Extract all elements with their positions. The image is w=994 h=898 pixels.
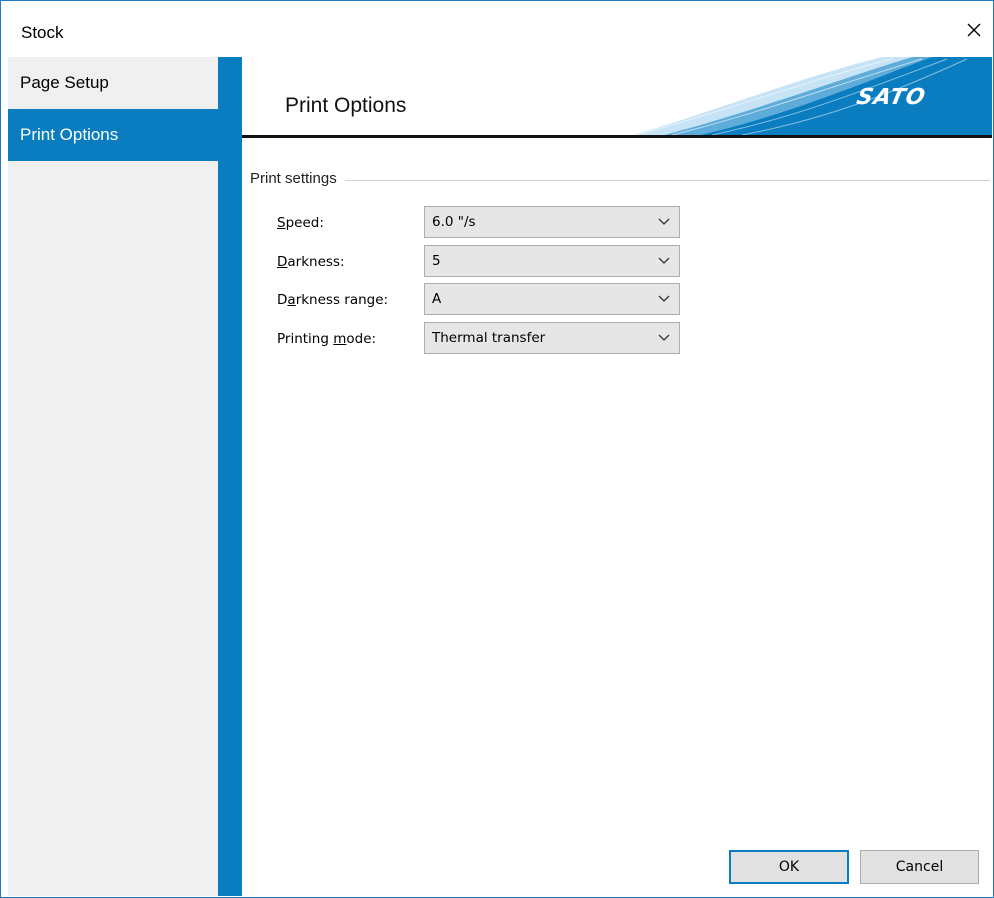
speed-value: 6.0 "/s	[432, 214, 476, 230]
darkness-range-value: A	[432, 291, 442, 307]
group-legend: Print settings	[250, 170, 345, 187]
group-divider	[250, 180, 990, 181]
darkness-range-label: Darkness range:	[277, 292, 389, 308]
printing-mode-value: Thermal transfer	[432, 330, 546, 346]
sidebar-accent-bar	[218, 57, 242, 896]
title-bar: Stock	[1, 1, 993, 57]
sidebar-item-label: Page Setup	[20, 73, 109, 92]
ok-button[interactable]: OK	[729, 850, 849, 884]
chevron-down-icon	[658, 295, 670, 302]
sidebar: Page Setup Print Options	[8, 57, 218, 896]
darkness-label: Darkness:	[277, 254, 345, 270]
sidebar-item-label: Print Options	[20, 125, 119, 144]
speed-dropdown[interactable]: 6.0 "/s	[424, 206, 680, 238]
chevron-down-icon	[658, 218, 670, 225]
close-icon	[967, 23, 981, 37]
printing-mode-label: Printing mode:	[277, 331, 377, 347]
window-title: Stock	[21, 23, 64, 42]
close-button[interactable]	[957, 13, 991, 47]
speed-label: Speed:	[277, 215, 324, 231]
banner-divider	[242, 135, 992, 138]
darkness-range-dropdown[interactable]: A	[424, 283, 680, 315]
chevron-down-icon	[658, 334, 670, 341]
printing-mode-dropdown[interactable]: Thermal transfer	[424, 322, 680, 354]
sidebar-item-print-options[interactable]: Print Options	[8, 109, 218, 161]
page-title: Print Options	[285, 94, 407, 117]
cancel-button[interactable]: Cancel	[860, 850, 979, 884]
darkness-dropdown[interactable]: 5	[424, 245, 680, 277]
header-banner: Print Options SATO	[242, 57, 992, 137]
sato-logo: SATO	[854, 85, 929, 110]
sidebar-item-page-setup[interactable]: Page Setup	[8, 57, 218, 109]
chevron-down-icon	[658, 257, 670, 264]
darkness-value: 5	[432, 253, 441, 269]
